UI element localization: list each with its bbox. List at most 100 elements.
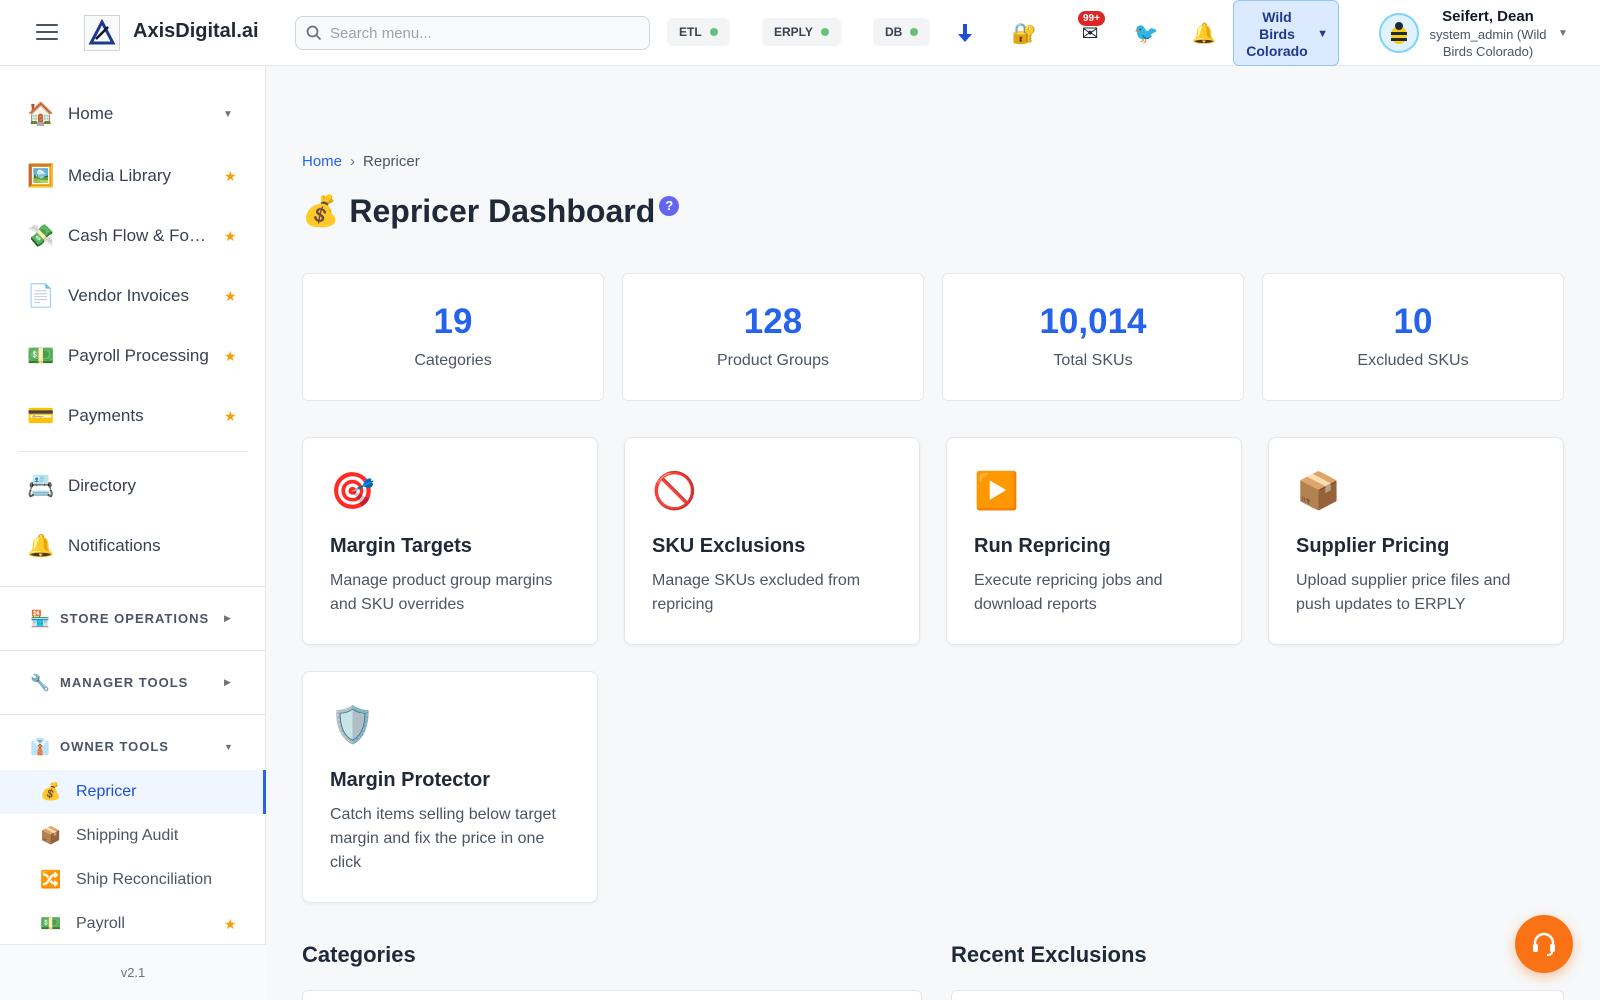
user-name[interactable]: Seifert, Dean bbox=[1425, 8, 1551, 25]
lock-icon[interactable]: 🔐 bbox=[1009, 18, 1039, 48]
section-owner-tools[interactable]: 👔 OWNER TOOLS ▼ bbox=[0, 714, 266, 778]
stat-value: 10,014 bbox=[1039, 302, 1147, 341]
section-label: MANAGER TOOLS bbox=[60, 675, 189, 690]
user-role: system_admin (Wild Birds Colorado) bbox=[1425, 26, 1551, 60]
user-role-line2: Birds Colorado) bbox=[1442, 44, 1534, 59]
star-icon[interactable]: ★ bbox=[224, 408, 237, 425]
star-icon[interactable]: ★ bbox=[224, 228, 237, 245]
section-label: OWNER TOOLS bbox=[60, 739, 169, 754]
etl-status-pill[interactable]: ETL bbox=[667, 18, 730, 46]
card-description: Manage product group margins and SKU ove… bbox=[330, 572, 553, 613]
house-icon: 🏠 bbox=[27, 101, 55, 126]
sidebar: 🏠 Home ▼ 🖼️ Media Library ★ 💸 Cash Flow … bbox=[0, 66, 266, 1000]
card-title: Run Repricing bbox=[974, 535, 1111, 557]
stat-card-categories: 19 Categories bbox=[302, 273, 604, 401]
sidebar-item-home[interactable]: 🏠 Home ▼ bbox=[0, 86, 266, 142]
chevron-down-icon[interactable]: ▼ bbox=[223, 109, 233, 120]
sidebar-item-label: Notifications bbox=[68, 536, 161, 555]
card-title: SKU Exclusions bbox=[652, 535, 806, 557]
card-margin-targets[interactable]: 🎯 Margin Targets Manage product group ma… bbox=[302, 437, 598, 645]
chevron-right-icon: ▶ bbox=[224, 613, 231, 623]
db-status-pill[interactable]: DB bbox=[873, 18, 931, 46]
help-icon[interactable]: ? bbox=[659, 195, 680, 216]
money-bag-icon: 💰 bbox=[302, 195, 340, 228]
star-icon[interactable]: ★ bbox=[224, 348, 237, 365]
recent-exclusions-panel bbox=[951, 990, 1564, 1000]
avatar[interactable] bbox=[1379, 13, 1419, 53]
breadcrumb-home-link[interactable]: Home bbox=[302, 153, 342, 170]
credit-card-icon: 💳 bbox=[27, 403, 55, 428]
bird-icon[interactable]: 🐦 bbox=[1131, 18, 1161, 48]
bell-icon[interactable]: 🔔 bbox=[1189, 18, 1219, 48]
sidebar-item-shipping-audit[interactable]: 📦 Shipping Audit bbox=[0, 814, 266, 858]
categories-panel bbox=[302, 990, 922, 1000]
stat-card-excluded-skus: 10 Excluded SKUs bbox=[1262, 273, 1564, 401]
sidebar-item-payroll-processing[interactable]: 💵 Payroll Processing ★ bbox=[0, 328, 266, 384]
download-icon[interactable] bbox=[950, 18, 980, 48]
card-description: Upload supplier price files and push upd… bbox=[1296, 572, 1511, 613]
support-headset-button[interactable] bbox=[1515, 915, 1573, 973]
stat-label: Product Groups bbox=[716, 352, 830, 369]
bell-icon: 🔔 bbox=[27, 533, 55, 558]
sidebar-item-label: Repricer bbox=[76, 783, 137, 800]
stat-value: 19 bbox=[433, 302, 473, 341]
sidebar-divider bbox=[18, 451, 248, 452]
breadcrumb-separator-icon: › bbox=[350, 153, 356, 170]
card-title: Margin Targets bbox=[330, 535, 472, 557]
version-label: v2.1 bbox=[0, 944, 266, 1000]
sidebar-item-payroll[interactable]: 💵 Payroll ★ bbox=[0, 902, 266, 946]
sidebar-item-payments[interactable]: 💳 Payments ★ bbox=[0, 388, 266, 444]
chevron-right-icon: ▶ bbox=[224, 677, 231, 687]
card-supplier-pricing[interactable]: 📦 Supplier Pricing Upload supplier price… bbox=[1268, 437, 1564, 645]
sidebar-item-directory[interactable]: 📇 Directory bbox=[0, 458, 266, 514]
sidebar-item-repricer[interactable]: 💰 Repricer bbox=[0, 770, 266, 814]
app-logo[interactable] bbox=[84, 15, 120, 51]
section-manager-tools[interactable]: 🔧 MANAGER TOOLS ▶ bbox=[0, 650, 266, 714]
headset-icon bbox=[1533, 932, 1555, 956]
shuffle-icon: 🔀 bbox=[40, 870, 62, 889]
chevron-down-icon: ▼ bbox=[1317, 28, 1328, 40]
search-icon bbox=[306, 25, 322, 41]
sidebar-item-label: Ship Reconciliation bbox=[76, 871, 213, 888]
search-box[interactable] bbox=[295, 16, 650, 50]
page-title: 💰 Repricer Dashboard ? bbox=[302, 193, 680, 230]
card-title: Supplier Pricing bbox=[1296, 535, 1450, 557]
store-selector[interactable]: Wild Birds Colorado ▼ bbox=[1233, 0, 1339, 66]
package-icon: 📦 bbox=[1296, 470, 1341, 511]
card-margin-protector[interactable]: 🛡️ Margin Protector Catch items selling … bbox=[302, 671, 598, 903]
stat-card-product-groups: 128 Product Groups bbox=[622, 273, 924, 401]
card-description: Catch items selling below target margin … bbox=[330, 806, 556, 871]
star-icon[interactable]: ★ bbox=[224, 288, 237, 305]
star-icon[interactable]: ★ bbox=[224, 916, 237, 933]
db-status-dot bbox=[910, 28, 919, 36]
section-store-operations[interactable]: 🏪 STORE OPERATIONS ▶ bbox=[0, 586, 266, 650]
sidebar-item-media-library[interactable]: 🖼️ Media Library ★ bbox=[0, 148, 266, 204]
sidebar-item-vendor-invoices[interactable]: 📄 Vendor Invoices ★ bbox=[0, 268, 266, 324]
page-title-text: Repricer Dashboard bbox=[349, 193, 656, 229]
breadcrumb-current: Repricer bbox=[363, 153, 420, 170]
store-name-line2: Birds bbox=[1259, 26, 1295, 42]
sidebar-item-ship-reconciliation[interactable]: 🔀 Ship Reconciliation bbox=[0, 858, 266, 902]
chevron-down-icon: ▼ bbox=[224, 741, 233, 752]
db-status-label: DB bbox=[885, 25, 903, 39]
app-title[interactable]: AxisDigital.ai bbox=[133, 20, 259, 43]
sidebar-item-cash-flow[interactable]: 💸 Cash Flow & Forecast ★ bbox=[0, 208, 266, 264]
card-title: Margin Protector bbox=[330, 769, 491, 791]
erply-status-pill[interactable]: ERPLY bbox=[762, 18, 841, 46]
etl-status-dot bbox=[709, 28, 718, 36]
sidebar-item-label: Shipping Audit bbox=[76, 827, 179, 844]
stat-label: Total SKUs bbox=[1053, 352, 1133, 369]
hamburger-menu-icon[interactable] bbox=[36, 24, 58, 42]
card-description: Manage SKUs excluded from repricing bbox=[652, 572, 861, 613]
store-name-line3: Colorado bbox=[1246, 43, 1308, 59]
sidebar-item-notifications[interactable]: 🔔 Notifications bbox=[0, 518, 266, 574]
card-run-repricing[interactable]: ▶️ Run Repricing Execute repricing jobs … bbox=[946, 437, 1242, 645]
star-icon[interactable]: ★ bbox=[224, 168, 237, 185]
card-sku-exclusions[interactable]: 🚫 SKU Exclusions Manage SKUs excluded fr… bbox=[624, 437, 920, 645]
shield-icon: 🛡️ bbox=[330, 704, 375, 745]
document-icon: 📄 bbox=[27, 283, 55, 308]
search-input[interactable] bbox=[330, 17, 640, 49]
sidebar-item-label: Vendor Invoices bbox=[68, 286, 189, 305]
picture-icon: 🖼️ bbox=[27, 163, 55, 188]
user-menu-chevron-icon[interactable]: ▼ bbox=[1558, 28, 1568, 39]
